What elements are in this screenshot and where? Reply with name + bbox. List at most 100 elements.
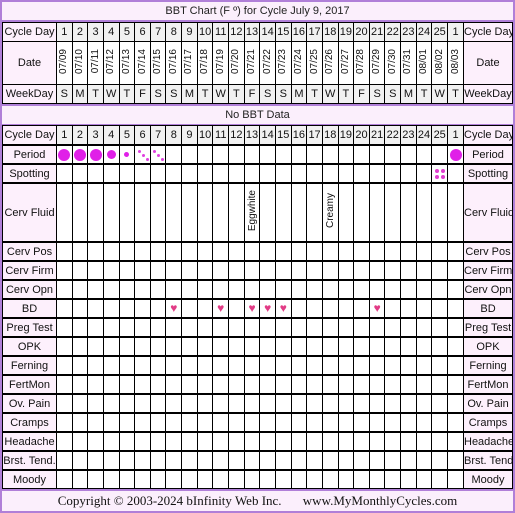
moody-cell[interactable] <box>181 469 198 489</box>
cerv-opn-cell[interactable] <box>353 279 370 300</box>
cerv-fluid-cell[interactable] <box>212 182 230 243</box>
headache-cell[interactable] <box>306 431 323 452</box>
cramps-cell[interactable] <box>134 412 151 433</box>
cerv-opn-cell[interactable] <box>368 279 386 300</box>
ov-pain-cell[interactable] <box>290 393 308 414</box>
period-cell[interactable] <box>165 144 183 165</box>
cerv-opn-cell[interactable] <box>337 279 355 300</box>
ov-pain-cell[interactable] <box>243 393 261 414</box>
spotting-cell[interactable] <box>196 163 214 184</box>
cerv-opn-cell[interactable] <box>228 279 245 300</box>
ferning-cell[interactable] <box>337 355 355 376</box>
cramps-cell[interactable] <box>431 412 449 433</box>
preg-test-cell[interactable] <box>196 317 214 338</box>
cerv-pos-cell[interactable] <box>134 241 151 262</box>
cerv-firm-cell[interactable] <box>274 260 292 281</box>
headache-cell[interactable] <box>165 431 183 452</box>
headache-cell[interactable] <box>337 431 355 452</box>
cerv-opn-cell[interactable] <box>165 279 183 300</box>
bd-cell[interactable] <box>353 298 370 319</box>
brst-tend-cell[interactable] <box>415 450 433 471</box>
cerv-fluid-cell[interactable]: Eggwhite <box>243 182 261 243</box>
ferning-cell[interactable] <box>118 355 136 376</box>
cerv-firm-cell[interactable] <box>181 260 198 281</box>
ferning-cell[interactable] <box>400 355 417 376</box>
period-cell[interactable] <box>431 144 449 165</box>
ferning-cell[interactable] <box>102 355 120 376</box>
cerv-firm-cell[interactable] <box>134 260 151 281</box>
moody-cell[interactable] <box>306 469 323 489</box>
moody-cell[interactable] <box>243 469 261 489</box>
site-link[interactable]: www.MyMonthlyCycles.com <box>303 493 457 508</box>
brst-tend-cell[interactable] <box>228 450 245 471</box>
fertmon-cell[interactable] <box>181 374 198 395</box>
period-cell[interactable] <box>87 144 104 165</box>
period-cell[interactable] <box>118 144 136 165</box>
fertmon-cell[interactable] <box>353 374 370 395</box>
spotting-cell[interactable] <box>415 163 433 184</box>
cerv-opn-cell[interactable] <box>274 279 292 300</box>
cerv-fluid-cell[interactable] <box>71 182 89 243</box>
preg-test-cell[interactable] <box>259 317 276 338</box>
cerv-firm-cell[interactable] <box>165 260 183 281</box>
headache-cell[interactable] <box>228 431 245 452</box>
headache-cell[interactable] <box>87 431 104 452</box>
period-cell[interactable] <box>259 144 276 165</box>
brst-tend-cell[interactable] <box>400 450 417 471</box>
headache-cell[interactable] <box>181 431 198 452</box>
bd-cell[interactable] <box>118 298 136 319</box>
cerv-fluid-cell[interactable] <box>447 182 464 243</box>
opk-cell[interactable] <box>274 336 292 357</box>
fertmon-cell[interactable] <box>274 374 292 395</box>
cerv-fluid-cell[interactable] <box>196 182 214 243</box>
preg-test-cell[interactable] <box>400 317 417 338</box>
spotting-cell[interactable] <box>431 163 449 184</box>
fertmon-cell[interactable] <box>134 374 151 395</box>
period-cell[interactable] <box>400 144 417 165</box>
cerv-fluid-cell[interactable] <box>431 182 449 243</box>
bd-cell[interactable] <box>71 298 89 319</box>
cerv-pos-cell[interactable] <box>353 241 370 262</box>
moody-cell[interactable] <box>165 469 183 489</box>
brst-tend-cell[interactable] <box>447 450 464 471</box>
fertmon-cell[interactable] <box>243 374 261 395</box>
cerv-pos-cell[interactable] <box>56 241 73 262</box>
cerv-opn-cell[interactable] <box>290 279 308 300</box>
cerv-firm-cell[interactable] <box>447 260 464 281</box>
headache-cell[interactable] <box>290 431 308 452</box>
cramps-cell[interactable] <box>56 412 73 433</box>
period-cell[interactable] <box>181 144 198 165</box>
opk-cell[interactable] <box>118 336 136 357</box>
bd-cell[interactable] <box>306 298 323 319</box>
ferning-cell[interactable] <box>212 355 230 376</box>
cramps-cell[interactable] <box>181 412 198 433</box>
ferning-cell[interactable] <box>290 355 308 376</box>
brst-tend-cell[interactable] <box>353 450 370 471</box>
cerv-firm-cell[interactable] <box>431 260 449 281</box>
opk-cell[interactable] <box>337 336 355 357</box>
cerv-firm-cell[interactable] <box>149 260 167 281</box>
fertmon-cell[interactable] <box>447 374 464 395</box>
moody-cell[interactable] <box>196 469 214 489</box>
ferning-cell[interactable] <box>447 355 464 376</box>
cerv-firm-cell[interactable] <box>368 260 386 281</box>
headache-cell[interactable] <box>274 431 292 452</box>
opk-cell[interactable] <box>259 336 276 357</box>
moody-cell[interactable] <box>228 469 245 489</box>
fertmon-cell[interactable] <box>415 374 433 395</box>
spotting-cell[interactable] <box>134 163 151 184</box>
bd-cell[interactable]: ♥ <box>368 298 386 319</box>
period-cell[interactable] <box>71 144 89 165</box>
bd-cell[interactable] <box>87 298 104 319</box>
spotting-cell[interactable] <box>118 163 136 184</box>
spotting-cell[interactable] <box>102 163 120 184</box>
cerv-opn-cell[interactable] <box>87 279 104 300</box>
bd-cell[interactable] <box>431 298 449 319</box>
headache-cell[interactable] <box>56 431 73 452</box>
period-cell[interactable] <box>337 144 355 165</box>
cramps-cell[interactable] <box>368 412 386 433</box>
ferning-cell[interactable] <box>181 355 198 376</box>
period-cell[interactable] <box>134 144 151 165</box>
spotting-cell[interactable] <box>71 163 89 184</box>
brst-tend-cell[interactable] <box>56 450 73 471</box>
